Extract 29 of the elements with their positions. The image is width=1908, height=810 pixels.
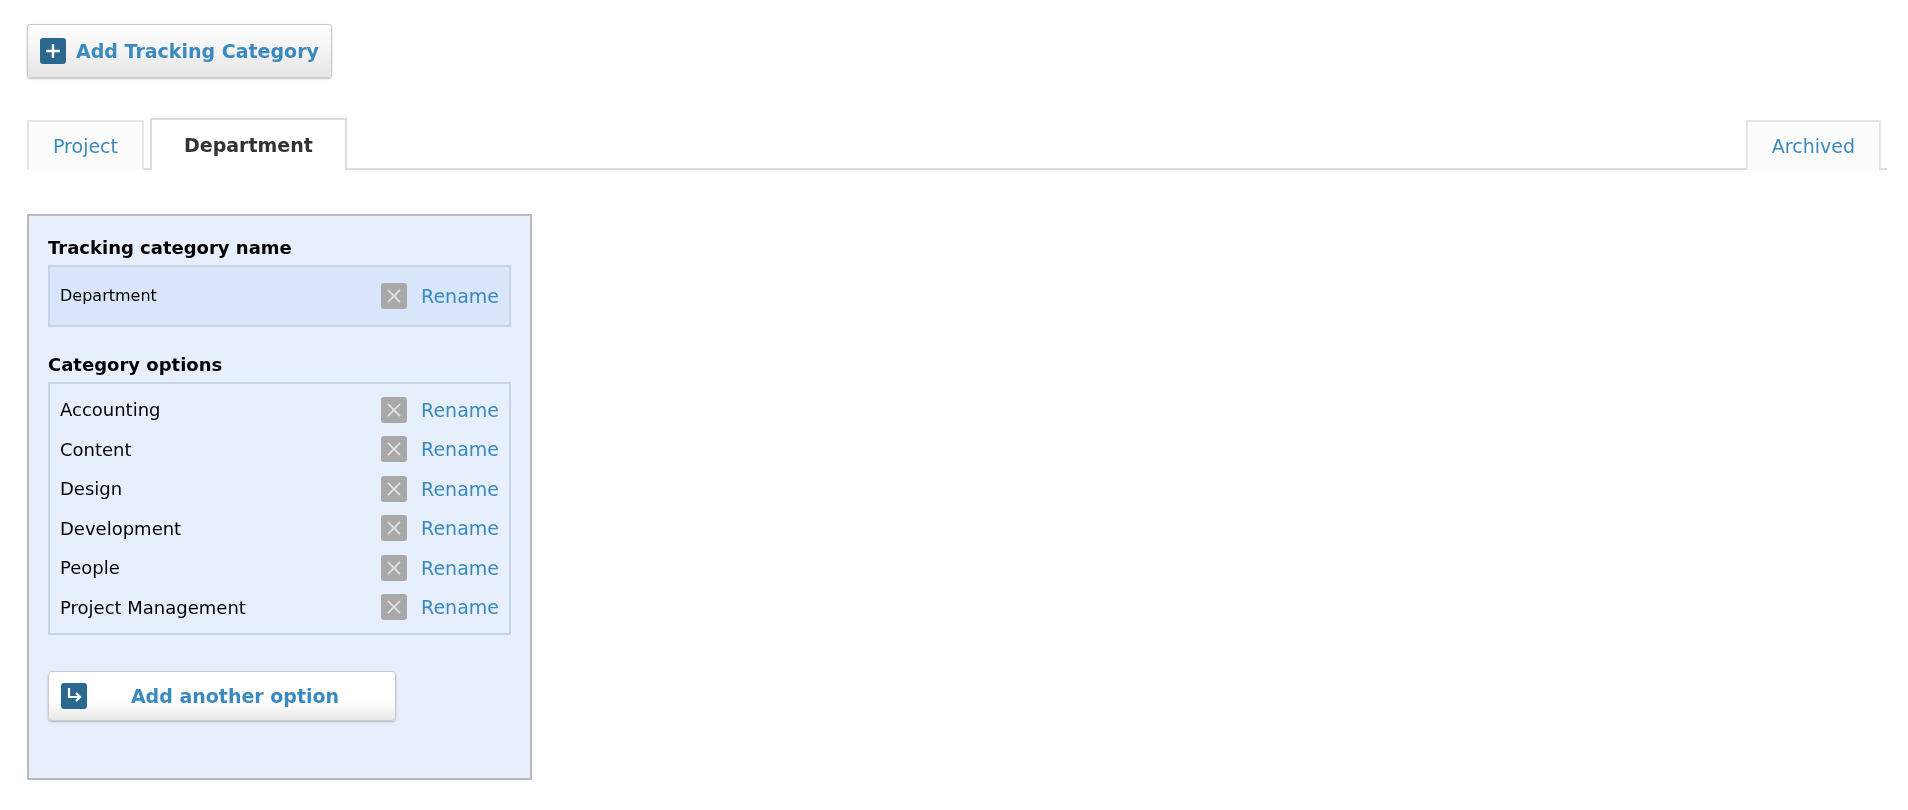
delete-icon[interactable] xyxy=(381,594,408,621)
rename-link[interactable]: Rename xyxy=(421,281,499,311)
option-label: People xyxy=(60,556,121,581)
rename-link[interactable]: Rename xyxy=(421,474,499,503)
tab[interactable]: Project xyxy=(27,120,144,170)
add-tracking-category-button[interactable]: Add Tracking Category xyxy=(27,24,332,78)
delete-icon[interactable] xyxy=(381,396,408,423)
rename-link[interactable]: Rename xyxy=(421,395,499,424)
delete-icon[interactable] xyxy=(381,475,408,502)
option-label: Design xyxy=(60,477,124,502)
tab[interactable]: Department xyxy=(150,118,347,170)
option-label: Development xyxy=(60,516,183,541)
section-heading: Tracking category name xyxy=(48,236,293,260)
add-option-button[interactable]: Add another option xyxy=(48,671,396,721)
tab[interactable]: Archived xyxy=(1745,120,1881,170)
section-heading: Category options xyxy=(48,353,224,377)
category-name: Department xyxy=(60,285,158,307)
delete-icon[interactable] xyxy=(381,515,408,542)
option-label: Content xyxy=(60,437,133,462)
delete-icon[interactable] xyxy=(381,554,408,581)
rename-link[interactable]: Rename xyxy=(421,514,499,543)
option-label: Project Management xyxy=(60,595,247,620)
rename-link[interactable]: Rename xyxy=(421,593,499,622)
plus-icon xyxy=(40,38,66,64)
delete-icon[interactable] xyxy=(381,283,408,309)
rename-link[interactable]: Rename xyxy=(421,435,499,464)
rename-link[interactable]: Rename xyxy=(421,553,499,582)
option-label: Accounting xyxy=(60,398,162,423)
delete-icon[interactable] xyxy=(381,436,408,463)
